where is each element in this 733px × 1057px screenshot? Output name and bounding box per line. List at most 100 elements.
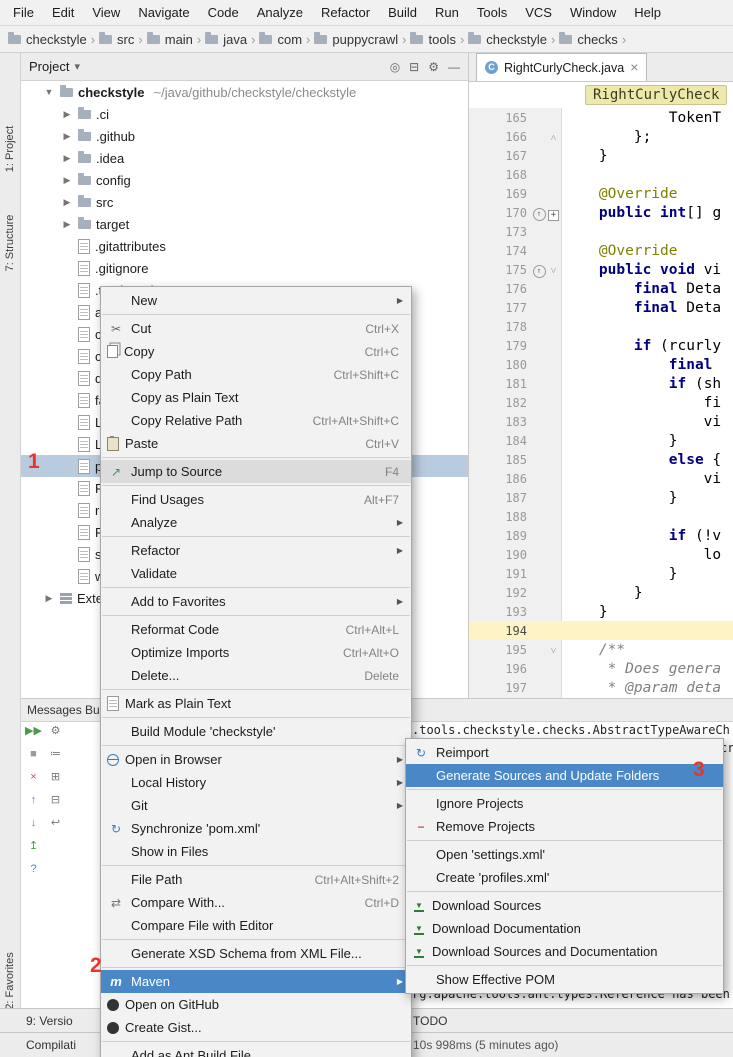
breadcrumb-item-main[interactable]: main <box>147 32 193 47</box>
previous-message-icon[interactable]: ↑ <box>31 794 37 806</box>
tree-item-gitignore[interactable]: .gitignore <box>21 257 468 279</box>
soft-wrap-icon[interactable]: ↩ <box>51 817 60 829</box>
next-message-icon[interactable]: ↓ <box>31 817 37 829</box>
toolwindow-button-todo[interactable]: TODO <box>413 1014 447 1028</box>
menu-file[interactable]: File <box>4 0 43 25</box>
menu-build[interactable]: Build <box>379 0 426 25</box>
menu-refactor[interactable]: Refactor <box>312 0 379 25</box>
tree-item-config[interactable]: ▶config <box>21 169 468 191</box>
chevron-down-icon[interactable]: ▾ <box>74 60 80 73</box>
code-editor[interactable]: 165 TokenT166˄ };167 }168169 @Override17… <box>469 108 733 698</box>
menu-tools[interactable]: Tools <box>468 0 516 25</box>
menu-help[interactable]: Help <box>625 0 670 25</box>
expand-arrow-icon[interactable]: ▶ <box>61 197 73 208</box>
menu-item-local-history[interactable]: Local History▶ <box>101 771 411 794</box>
menu-item-new[interactable]: New▶ <box>101 289 411 312</box>
breadcrumb-item-java[interactable]: java <box>205 32 247 47</box>
breadcrumb-item-puppycrawl[interactable]: puppycrawl <box>314 32 398 47</box>
menu-item-synchronize-pom-xml[interactable]: ↻Synchronize 'pom.xml' <box>101 817 411 840</box>
menu-run[interactable]: Run <box>426 0 468 25</box>
tree-root-checkstyle[interactable]: ▼checkstyle~/java/github/checkstyle/chec… <box>21 81 468 103</box>
stop-icon[interactable]: ■ <box>30 748 37 760</box>
menu-item-compare-file-with-editor[interactable]: Compare File with Editor <box>101 914 411 937</box>
editor-tab-rightcurlycheck[interactable]: C RightCurlyCheck.java × <box>476 53 647 81</box>
menu-item-add-as-ant-build-file[interactable]: Add as Ant Build File <box>101 1044 411 1057</box>
tool-stripe-button-7-structure[interactable]: 7: Structure <box>0 193 20 293</box>
menu-item-optimize-imports[interactable]: Optimize ImportsCtrl+Alt+O <box>101 641 411 664</box>
menu-item-reformat-code[interactable]: Reformat CodeCtrl+Alt+L <box>101 618 411 641</box>
menu-item-paste[interactable]: PasteCtrl+V <box>101 432 411 455</box>
expand-arrow-icon[interactable]: ▶ <box>61 175 73 186</box>
collapse-all-icon[interactable]: ⊟ <box>51 794 60 806</box>
breadcrumb-item-checkstyle[interactable]: checkstyle <box>468 32 547 47</box>
menu-item-create-gist[interactable]: Create Gist... <box>101 1016 411 1039</box>
menu-item-mark-as-plain-text[interactable]: Mark as Plain Text <box>101 692 411 715</box>
menu-item-validate[interactable]: Validate <box>101 562 411 585</box>
breadcrumb-item-com[interactable]: com <box>259 32 302 47</box>
settings-icon[interactable]: ⚙ <box>51 725 61 737</box>
breadcrumb-item-src[interactable]: src <box>99 32 134 47</box>
fold-chevron-icon[interactable]: ˅ <box>551 266 557 277</box>
override-method-icon[interactable]: ↑ <box>533 265 546 278</box>
menu-navigate[interactable]: Navigate <box>129 0 198 25</box>
menu-item-show-in-files[interactable]: Show in Files <box>101 840 411 863</box>
menu-item-open-settings-xml[interactable]: Open 'settings.xml' <box>406 843 723 866</box>
export-icon[interactable]: ↥ <box>29 840 38 852</box>
menu-item-open-on-github[interactable]: Open on GitHub <box>101 993 411 1016</box>
menu-item-refactor[interactable]: Refactor▶ <box>101 539 411 562</box>
menu-item-create-profiles-xml[interactable]: Create 'profiles.xml' <box>406 866 723 889</box>
toolwindow-button-version-control[interactable]: 9: Versio <box>26 1014 73 1028</box>
menu-item-maven[interactable]: mMaven▶ <box>101 970 411 993</box>
menu-edit[interactable]: Edit <box>43 0 83 25</box>
menu-item-cut[interactable]: ✂CutCtrl+X <box>101 317 411 340</box>
menu-item-copy-relative-path[interactable]: Copy Relative PathCtrl+Alt+Shift+C <box>101 409 411 432</box>
menu-item-generate-xsd-schema-from-xml-file[interactable]: Generate XSD Schema from XML File... <box>101 942 411 965</box>
collapse-arrow-icon[interactable]: ▼ <box>43 87 55 97</box>
expand-arrow-icon[interactable]: ▶ <box>61 131 73 142</box>
locate-icon[interactable]: ◎ <box>390 60 400 74</box>
breadcrumb-item-checks[interactable]: checks <box>559 32 617 47</box>
menu-item-copy-as-plain-text[interactable]: Copy as Plain Text <box>101 386 411 409</box>
menu-item-git[interactable]: Git▶ <box>101 794 411 817</box>
tree-item-idea[interactable]: ▶.idea <box>21 147 468 169</box>
menu-item-file-path[interactable]: File PathCtrl+Alt+Shift+2 <box>101 868 411 891</box>
hide-icon[interactable]: — <box>448 60 460 74</box>
menu-item-download-documentation[interactable]: ▼Download Documentation <box>406 917 723 940</box>
menu-item-copy[interactable]: CopyCtrl+C <box>101 340 411 363</box>
menu-item-remove-projects[interactable]: −Remove Projects <box>406 815 723 838</box>
menu-item-analyze[interactable]: Analyze▶ <box>101 511 411 534</box>
tool-stripe-button-1-project[interactable]: 1: Project <box>0 109 20 189</box>
fold-expand-icon[interactable]: + <box>548 210 559 221</box>
expand-arrow-icon[interactable]: ▶ <box>43 593 55 604</box>
rerun-icon[interactable]: ▶▶ <box>25 725 42 737</box>
close-icon[interactable]: × <box>30 771 36 783</box>
fold-chevron-icon[interactable]: ˅ <box>551 646 557 657</box>
menu-window[interactable]: Window <box>561 0 625 25</box>
menu-item-delete[interactable]: Delete...Delete <box>101 664 411 687</box>
collapse-all-icon[interactable]: ⊟ <box>409 60 419 74</box>
menu-analyze[interactable]: Analyze <box>248 0 312 25</box>
menu-item-ignore-projects[interactable]: Ignore Projects <box>406 792 723 815</box>
menu-vcs[interactable]: VCS <box>516 0 561 25</box>
menu-item-reimport[interactable]: ↻Reimport <box>406 741 723 764</box>
tree-item-ci[interactable]: ▶.ci <box>21 103 468 125</box>
menu-item-show-effective-pom[interactable]: Show Effective POM <box>406 968 723 991</box>
tree-item-github[interactable]: ▶.github <box>21 125 468 147</box>
help-icon[interactable]: ? <box>30 863 36 875</box>
filter-icon[interactable]: ≔ <box>50 748 61 760</box>
menu-item-build-module-checkstyle[interactable]: Build Module 'checkstyle' <box>101 720 411 743</box>
expand-all-icon[interactable]: ⊞ <box>51 771 60 783</box>
menu-item-jump-to-source[interactable]: ↗Jump to SourceF4 <box>101 460 411 483</box>
settings-gear-icon[interactable]: ⚙ <box>428 60 439 74</box>
close-icon[interactable]: × <box>630 61 638 74</box>
menu-view[interactable]: View <box>83 0 129 25</box>
breadcrumb-item-checkstyle[interactable]: checkstyle <box>8 32 87 47</box>
menu-item-copy-path[interactable]: Copy PathCtrl+Shift+C <box>101 363 411 386</box>
breadcrumb-item-tools[interactable]: tools <box>410 32 455 47</box>
menu-item-download-sources-and-documentation[interactable]: ▼Download Sources and Documentation <box>406 940 723 963</box>
expand-arrow-icon[interactable]: ▶ <box>61 109 73 120</box>
fold-chevron-icon[interactable]: ˄ <box>551 133 557 144</box>
menu-item-find-usages[interactable]: Find UsagesAlt+F7 <box>101 488 411 511</box>
breadcrumb-class-chip[interactable]: RightCurlyCheck <box>585 85 727 105</box>
menu-item-download-sources[interactable]: ▼Download Sources <box>406 894 723 917</box>
